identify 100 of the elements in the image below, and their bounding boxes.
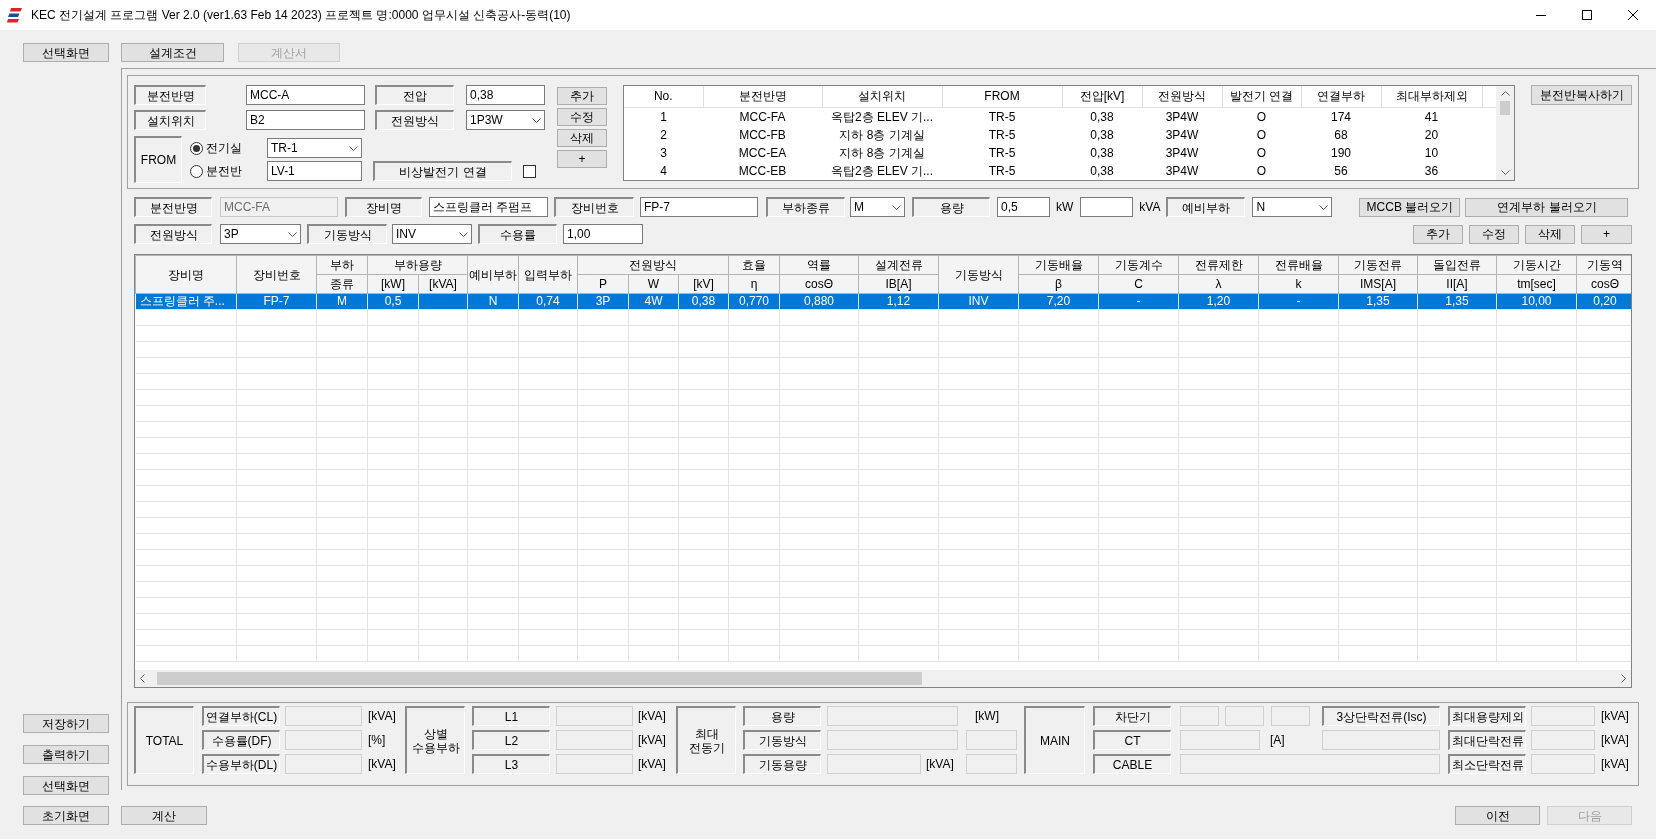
table-cell-text: O xyxy=(1255,162,1268,180)
button[interactable]: 계산 xyxy=(121,806,207,825)
column-header: 발전기 연결 xyxy=(1222,86,1301,108)
output-field xyxy=(1531,706,1595,726)
scroll-down-icon[interactable] xyxy=(1500,170,1510,175)
table-cell-text: TR-5 xyxy=(987,144,1017,162)
input-field[interactable]: 0,5 xyxy=(997,197,1050,217)
field-label: L3 xyxy=(472,754,550,774)
button[interactable]: 수정 xyxy=(557,108,607,126)
table-cell-text: 10 xyxy=(1423,144,1440,162)
column-header: 기동시간 xyxy=(1496,255,1577,275)
column-header: 최대부하제외 xyxy=(1381,86,1482,108)
field-label: 수용률 xyxy=(478,224,557,244)
column-header: No. xyxy=(624,86,703,108)
dropdown[interactable]: N xyxy=(1252,197,1333,217)
field-label: 3상단락전류(Isc) xyxy=(1322,706,1440,726)
dropdown[interactable]: M xyxy=(850,197,905,217)
field-label: 최소단락전류 xyxy=(1448,754,1526,774)
button[interactable]: 초기화면 xyxy=(23,806,109,825)
scrollbar-thumb[interactable] xyxy=(1500,101,1510,115)
button[interactable]: 추가 xyxy=(1413,224,1463,244)
dropdown[interactable]: 1P3W xyxy=(466,110,545,130)
table-cell: 3P xyxy=(577,293,629,310)
button[interactable]: 삭제 xyxy=(1525,224,1575,244)
button[interactable]: 선택화면 xyxy=(23,776,109,795)
button[interactable]: 삭제 xyxy=(557,129,607,147)
field-label: 장비번호 xyxy=(554,197,634,217)
output-field xyxy=(1225,706,1264,726)
output-field xyxy=(1271,706,1310,726)
table-cell-text: 옥탑2층 ELEV 기... xyxy=(830,162,934,180)
button[interactable]: MCCB 불러오기 xyxy=(1359,197,1461,217)
radio-button[interactable] xyxy=(190,141,203,155)
unit-label: [kVA] xyxy=(638,708,667,725)
column-header: 전원방식 xyxy=(1142,86,1222,108)
button[interactable]: 출력하기 xyxy=(23,745,109,764)
scroll-right-icon[interactable] xyxy=(1621,674,1626,683)
group-label: FROM xyxy=(134,136,182,183)
button[interactable]: + xyxy=(557,150,607,168)
table-cell: 0,38 xyxy=(1062,107,1142,126)
column-header: 부하 xyxy=(316,255,368,275)
table-cell: 10,00 xyxy=(1496,293,1577,310)
button[interactable]: 설계조건 xyxy=(121,43,224,62)
chevron-down-icon xyxy=(459,231,468,237)
table-cell-text: MCC-FB xyxy=(738,126,787,144)
column-header: 전압[kV] xyxy=(1062,86,1142,108)
checkbox[interactable] xyxy=(523,164,536,178)
button[interactable]: 분전반복사하기 xyxy=(1531,85,1632,105)
field-label: CABLE xyxy=(1093,754,1171,774)
radio-label: 전기실 xyxy=(206,140,242,157)
button[interactable]: 이전 xyxy=(1455,806,1540,825)
radio-button[interactable] xyxy=(190,164,203,178)
input-field[interactable]: B2 xyxy=(246,110,365,130)
group-label: TOTAL xyxy=(134,706,194,774)
field-label: 수용부하(DL) xyxy=(202,754,280,774)
dropdown[interactable]: TR-1 xyxy=(267,138,362,158)
input-field[interactable]: FP-7 xyxy=(640,197,758,217)
column-header: 기동배율 xyxy=(1018,255,1099,275)
chevron-down-icon xyxy=(349,145,358,151)
table-cell: 0,5 xyxy=(367,293,419,310)
scroll-up-icon[interactable] xyxy=(1500,91,1510,96)
unit-label: [kVA] xyxy=(638,732,667,749)
field-label: 수용률(DF) xyxy=(202,730,280,750)
column-header: 입력부하 xyxy=(518,255,578,294)
field-label: L2 xyxy=(472,730,550,750)
table-cell-text: 0,38 xyxy=(1089,144,1115,162)
table-cell-text: 20 xyxy=(1423,126,1440,144)
table-cell-text: 3P4W xyxy=(1164,162,1200,180)
table-cell: 0,38 xyxy=(678,293,729,310)
table-cell-text: 68 xyxy=(1333,126,1349,144)
table-cell-text: MCC-EA xyxy=(737,144,788,162)
table-cell: - xyxy=(1098,293,1179,310)
chevron-down-icon xyxy=(532,117,541,123)
input-field[interactable]: 0,38 xyxy=(466,85,545,105)
button[interactable]: 수정 xyxy=(1469,224,1519,244)
input-field[interactable]: MCC-A xyxy=(246,85,365,105)
field-label: 부하종류 xyxy=(766,197,845,217)
table-cell-text: 0,38 xyxy=(1089,126,1115,144)
unit-label: [A] xyxy=(1270,732,1286,749)
button[interactable]: + xyxy=(1581,224,1632,244)
vertical-scrollbar[interactable] xyxy=(1496,86,1514,180)
column-header: 설치위치 xyxy=(822,86,942,108)
field-label: 용량 xyxy=(743,706,821,726)
table-cell: MCC-FA xyxy=(703,107,822,126)
button[interactable]: 선택화면 xyxy=(23,43,109,62)
scrollbar-thumb[interactable] xyxy=(157,672,922,685)
dropdown[interactable]: 3P xyxy=(220,224,301,244)
field-label: 설치위치 xyxy=(134,110,206,130)
input-field[interactable]: 스프링클러 주펌프 xyxy=(429,197,548,217)
button[interactable]: 추가 xyxy=(557,87,607,105)
input-field[interactable]: 1,00 xyxy=(563,224,643,244)
column-header: 기동방식 xyxy=(938,255,1019,294)
dropdown[interactable]: INV xyxy=(392,224,472,244)
button[interactable]: 연계부하 불러오기 xyxy=(1465,197,1629,217)
scroll-left-icon[interactable] xyxy=(140,674,145,683)
input-field[interactable]: LV-1 xyxy=(267,161,362,181)
button[interactable]: 저장하기 xyxy=(23,714,109,733)
input-field[interactable] xyxy=(1080,197,1134,217)
output-field xyxy=(1531,730,1595,750)
group-label: 최대 전동기 xyxy=(676,706,736,774)
table-cell: FP-7 xyxy=(236,293,317,310)
